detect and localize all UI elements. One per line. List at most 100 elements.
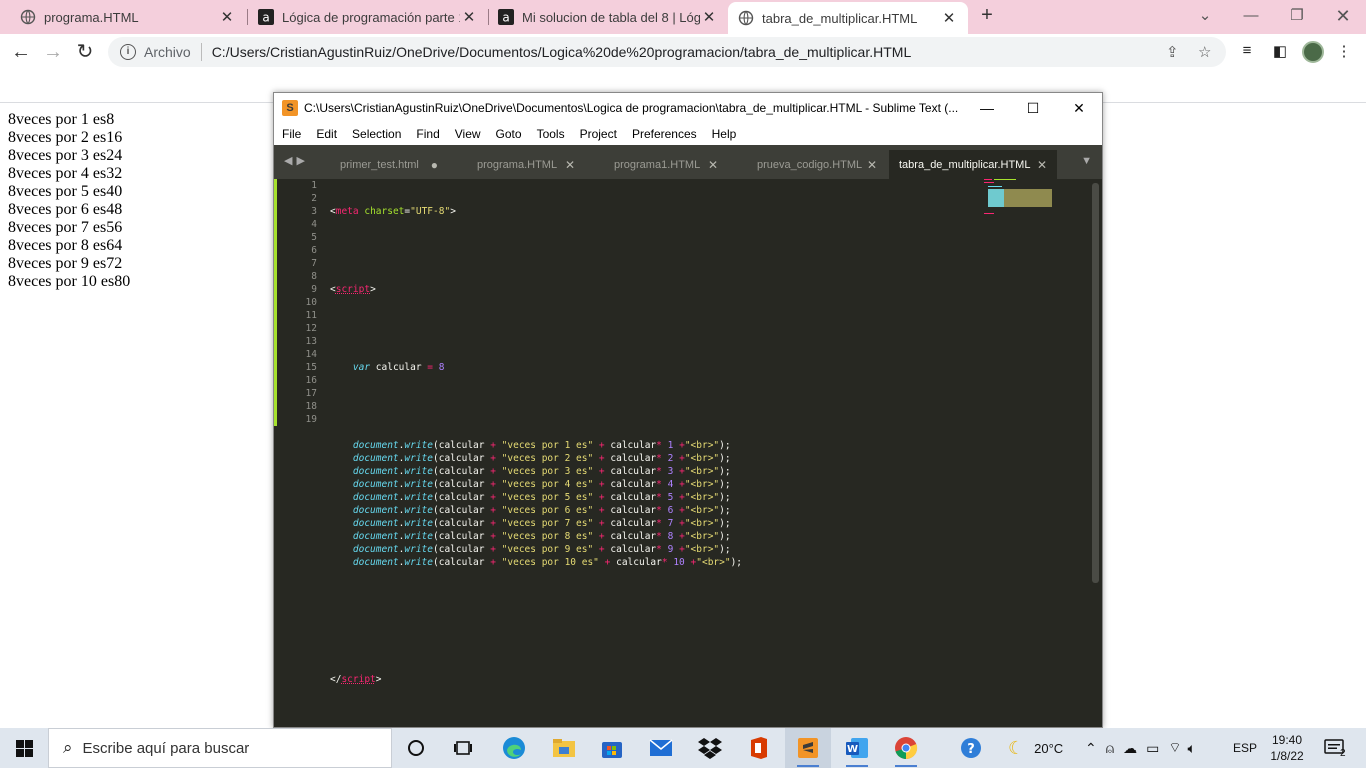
file-explorer-icon[interactable]: [541, 728, 587, 768]
browser-tab-tabra[interactable]: tabra_de_multiplicar.HTML ✕: [728, 2, 968, 34]
menu-project[interactable]: Project: [572, 127, 624, 141]
wifi-icon[interactable]: ⌔: [1168, 739, 1181, 757]
code-line[interactable]: document.write(calcular + "veces por 8 e…: [330, 530, 742, 543]
code-editor[interactable]: 12 34 56 78 9 10 11 12 13 14 15 16 17 18 19 <…: [274, 179, 1102, 727]
code-line[interactable]: document.write(calcular + "veces por 1 e…: [330, 439, 742, 452]
sublime-close-button[interactable]: ✕: [1056, 93, 1102, 123]
forward-button[interactable]: →: [38, 37, 68, 67]
weather-widget[interactable]: ☾ 20°C: [1008, 728, 1063, 768]
code-line[interactable]: document.write(calcular + "veces por 10 …: [330, 556, 742, 569]
editor-tab-primer-test[interactable]: primer_test.html ●: [330, 150, 448, 179]
taskbar-clock[interactable]: 19:40 1/8/22: [1262, 732, 1312, 764]
volume-icon[interactable]: 🔈︎: [1188, 740, 1196, 757]
editor-tab-prueva-codigo[interactable]: prueva_codigo.HTML ✕: [747, 150, 887, 179]
tab-list-dropdown-icon[interactable]: ▼: [1081, 155, 1092, 167]
tab-title: programa.HTML: [44, 9, 139, 25]
code-line[interactable]: document.write(calcular + "veces por 9 e…: [330, 543, 742, 556]
tab-scroll-arrows-icon[interactable]: ◀▶: [284, 154, 309, 167]
sublime-maximize-button[interactable]: ☐: [1010, 93, 1056, 123]
info-icon[interactable]: i: [120, 44, 136, 60]
side-panel-icon[interactable]: ◧: [1270, 42, 1290, 62]
notification-center[interactable]: 2: [1324, 728, 1346, 768]
system-tray: ⌃ ⍝ ☁ ▭ ⌔ 🔈︎: [1085, 728, 1196, 768]
code-line[interactable]: document.write(calcular + "veces por 3 e…: [330, 465, 742, 478]
task-view-icon[interactable]: [440, 728, 486, 768]
menu-selection[interactable]: Selection: [344, 127, 408, 141]
bookmark-star-icon[interactable]: ☆: [1198, 43, 1211, 61]
code-line[interactable]: document.write(calcular + "veces por 5 e…: [330, 491, 742, 504]
sublime-minimize-button[interactable]: —: [964, 93, 1010, 123]
output-line: 8veces por 3 es24: [8, 147, 123, 164]
sublime-taskbar-icon[interactable]: [785, 728, 831, 768]
moon-icon: ☾: [1008, 737, 1025, 758]
menu-view[interactable]: View: [447, 127, 488, 141]
close-tab-icon[interactable]: ✕: [700, 8, 718, 26]
back-button[interactable]: ←: [6, 37, 36, 67]
menu-find[interactable]: Find: [408, 127, 446, 141]
minimize-button[interactable]: —: [1228, 0, 1274, 34]
chrome-icon[interactable]: [883, 728, 929, 768]
code-text[interactable]: <meta charset="UTF-8"> <script> var calc…: [330, 179, 742, 712]
menu-file[interactable]: File: [274, 127, 308, 141]
meet-now-icon[interactable]: ⍝: [1106, 740, 1114, 757]
code-minimap[interactable]: [984, 179, 1054, 219]
share-icon[interactable]: ⇪: [1166, 43, 1179, 61]
tab-search-icon[interactable]: ⌄: [1182, 0, 1228, 34]
close-tab-icon[interactable]: ✕: [460, 8, 478, 26]
more-menu-icon[interactable]: ⋮: [1334, 42, 1354, 62]
editor-scrollbar[interactable]: [1092, 183, 1099, 583]
close-tab-icon[interactable]: ✕: [940, 9, 958, 27]
output-line: 8veces por 7 es56: [8, 219, 123, 236]
taskbar-search-box[interactable]: ⌕ Escribe aquí para buscar: [48, 728, 392, 768]
help-icon[interactable]: ?: [948, 728, 994, 768]
language-indicator[interactable]: ESP: [1233, 728, 1257, 768]
close-icon[interactable]: ✕: [867, 158, 877, 172]
alura-icon: a: [258, 9, 274, 25]
word-icon[interactable]: W: [834, 728, 880, 768]
menu-preferences[interactable]: Preferences: [624, 127, 704, 141]
unsaved-dot-icon[interactable]: ●: [431, 158, 438, 172]
new-tab-button[interactable]: +: [975, 4, 999, 30]
edge-icon[interactable]: [491, 728, 537, 768]
code-line[interactable]: document.write(calcular + "veces por 7 e…: [330, 517, 742, 530]
menu-edit[interactable]: Edit: [308, 127, 344, 141]
avatar[interactable]: [1302, 41, 1324, 63]
browser-tab-logica[interactable]: a Lógica de programación parte 1: ✕: [248, 0, 488, 34]
restore-button[interactable]: ❐: [1274, 0, 1320, 34]
page-output: 8veces por 1 es8 8veces por 2 es16 8vece…: [8, 111, 130, 291]
browser-tab-programa[interactable]: programa.HTML ✕: [0, 0, 246, 34]
close-icon[interactable]: ✕: [1037, 158, 1047, 172]
address-url[interactable]: C:/Users/CristianAgustinRuiz/OneDrive/Do…: [212, 44, 912, 60]
close-icon[interactable]: ✕: [565, 158, 575, 172]
mail-icon[interactable]: [638, 728, 684, 768]
code-line[interactable]: document.write(calcular + "veces por 4 e…: [330, 478, 742, 491]
windows-taskbar: ⌕ Escribe aquí para buscar W ? ☾ 20°C ⌃: [0, 728, 1366, 768]
sublime-menubar: File Edit Selection Find View Goto Tools…: [274, 123, 1102, 145]
editor-tab-programa[interactable]: programa.HTML ✕: [467, 150, 585, 179]
editor-tab-tabra[interactable]: tabra_de_multiplicar.HTML ✕: [889, 150, 1057, 179]
menu-tools[interactable]: Tools: [529, 127, 572, 141]
browser-tab-mi-solucion[interactable]: a Mi solucion de tabla del 8 | Lógic ✕: [488, 0, 728, 34]
close-window-button[interactable]: ✕: [1320, 0, 1366, 34]
onedrive-cloud-icon[interactable]: ☁: [1123, 740, 1137, 757]
menu-help[interactable]: Help: [704, 127, 744, 141]
menu-goto[interactable]: Goto: [488, 127, 529, 141]
code-line[interactable]: document.write(calcular + "veces por 2 e…: [330, 452, 742, 465]
output-line: 8veces por 9 es72: [8, 255, 123, 272]
editor-tab-programa1[interactable]: programa1.HTML ✕: [604, 150, 728, 179]
tab-title: Mi solucion de tabla del 8 | Lógic: [522, 9, 700, 25]
address-bar[interactable]: i Archivo C:/Users/CristianAgustinRuiz/O…: [108, 37, 1226, 67]
reload-button[interactable]: ↻: [70, 37, 100, 67]
dropbox-icon[interactable]: [687, 728, 733, 768]
reading-list-icon[interactable]: ≡: [1237, 42, 1257, 62]
start-button[interactable]: [0, 728, 48, 768]
microsoft-store-icon[interactable]: [589, 728, 635, 768]
battery-icon[interactable]: ▭: [1146, 740, 1159, 757]
code-line[interactable]: document.write(calcular + "veces por 6 e…: [330, 504, 742, 517]
close-icon[interactable]: ✕: [708, 158, 718, 172]
office-icon[interactable]: [736, 728, 782, 768]
close-tab-icon[interactable]: ✕: [218, 8, 236, 26]
sublime-tab-bar: ◀▶ primer_test.html ● programa.HTML ✕ pr…: [274, 145, 1102, 179]
cortana-icon[interactable]: [393, 728, 439, 768]
chevron-up-icon[interactable]: ⌃: [1085, 740, 1097, 757]
